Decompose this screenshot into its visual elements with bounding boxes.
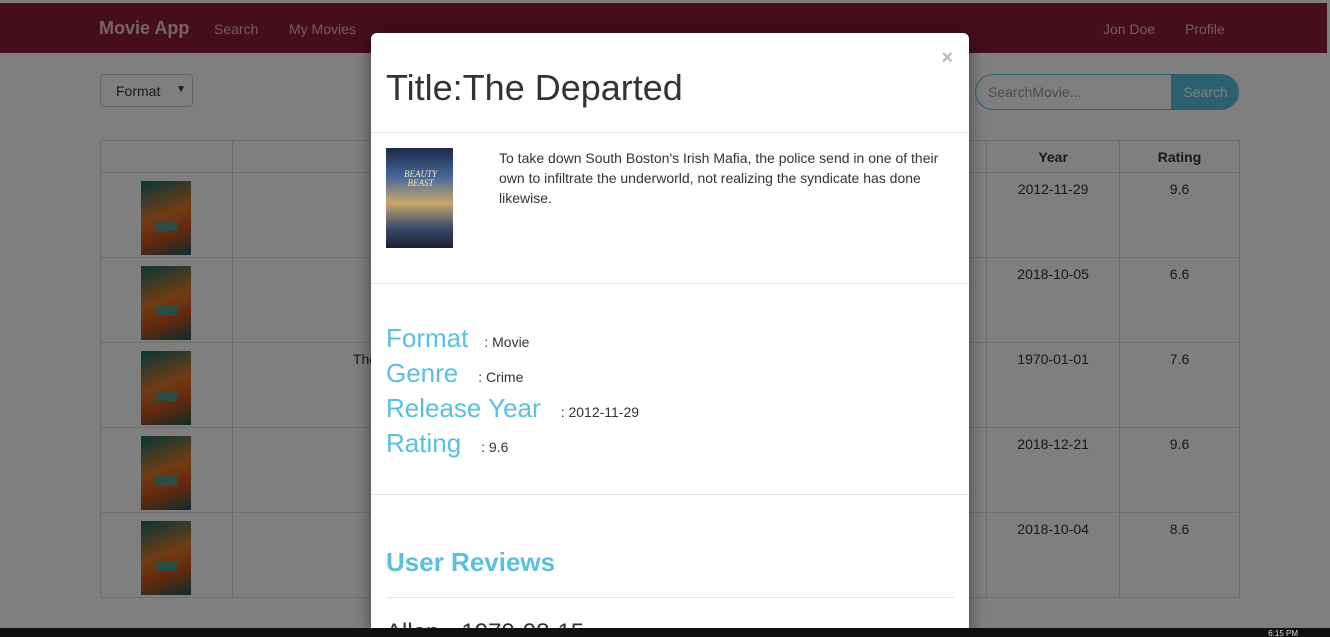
review-author: Allen — [386, 619, 439, 628]
movie-poster: BEAUTY BEAST — [386, 148, 453, 248]
movie-plot: To take down South Boston's Irish Mafia,… — [499, 150, 939, 206]
review-date: 1970-08-15 — [461, 619, 584, 628]
release-year-label: Release Year — [386, 393, 541, 423]
rating-label: Rating — [386, 428, 462, 458]
genre-value: : Crime — [478, 369, 524, 385]
info-rating: Rating : 9.6 — [386, 428, 508, 459]
header-divider — [371, 132, 969, 133]
os-taskbar: 6:15 PM — [0, 628, 1330, 637]
close-icon[interactable]: × — [941, 47, 953, 70]
review-item: Allen 1970-08-15 — [386, 619, 584, 628]
taskbar-clock: 6:15 PM — [1268, 629, 1298, 637]
modal-title: Title:The Departed — [386, 67, 683, 108]
movie-detail-modal: × Title:The Departed BEAUTY BEAST To tak… — [371, 33, 969, 628]
info-format: Format : Movie — [386, 323, 529, 354]
user-reviews-heading: User Reviews — [386, 547, 556, 577]
info-divider — [371, 494, 969, 495]
genre-label: Genre — [386, 358, 459, 388]
poster-text: BEAUTY BEAST — [404, 169, 438, 188]
reviews-divider — [386, 597, 954, 598]
info-release-year: Release Year : 2012-11-29 — [386, 393, 639, 424]
format-value: : Movie — [484, 334, 530, 350]
body-divider — [371, 283, 969, 284]
format-label: Format — [386, 323, 469, 353]
info-genre: Genre : Crime — [386, 358, 523, 389]
release-year-value: : 2012-11-29 — [560, 404, 640, 420]
rating-value: : 9.6 — [481, 439, 509, 455]
